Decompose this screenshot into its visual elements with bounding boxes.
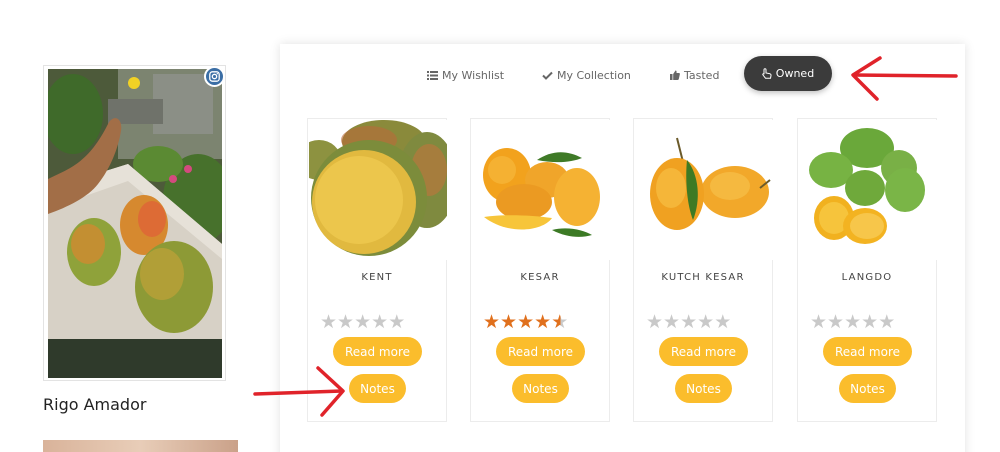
mango-image-kesar[interactable] — [472, 120, 610, 260]
star-icon[interactable]: ★ — [827, 313, 844, 332]
star-icon[interactable]: ★ — [663, 313, 680, 332]
langdo-mango-picture — [799, 120, 937, 260]
profile-photo[interactable] — [48, 69, 222, 378]
read-more-button[interactable]: Read more — [823, 337, 912, 366]
annotation-arrow-owned — [851, 56, 958, 101]
profile-name[interactable]: Rigo Amador — [43, 395, 146, 414]
star-rating[interactable]: ★ ★ ★ ★ ★ — [320, 313, 405, 332]
read-more-button[interactable]: Read more — [659, 337, 748, 366]
kesar-mango-picture — [472, 120, 610, 260]
annotation-arrow-notes — [253, 366, 345, 417]
tab-owned[interactable]: Owned — [744, 56, 832, 91]
star-icon[interactable]: ★ — [551, 313, 568, 332]
star-icon[interactable]: ★ — [646, 313, 663, 332]
star-icon[interactable]: ★ — [320, 313, 337, 332]
page: Rigo Amador My Wishlist My Collection Ta… — [0, 0, 1000, 452]
mango-card-langdo[interactable]: LANGDO ★ ★ ★ ★ ★ Read more Notes — [797, 118, 937, 422]
star-icon[interactable]: ★ — [517, 313, 534, 332]
notes-button[interactable]: Notes — [512, 374, 569, 403]
star-icon[interactable]: ★ — [697, 313, 714, 332]
star-icon[interactable]: ★ — [861, 313, 878, 332]
star-icon[interactable]: ★ — [388, 313, 405, 332]
mango-name[interactable]: KUTCH KESAR — [634, 272, 772, 283]
profile-photo-card[interactable] — [43, 65, 226, 381]
tab-my-wishlist[interactable]: My Wishlist — [427, 65, 504, 85]
mango-image-kent[interactable] — [309, 120, 447, 260]
star-icon[interactable]: ★ — [371, 313, 388, 332]
star-icon[interactable]: ★ — [714, 313, 731, 332]
star-rating[interactable]: ★ ★ ★ ★ ★ — [646, 313, 731, 332]
notes-button[interactable]: Notes — [839, 374, 896, 403]
star-icon[interactable]: ★ — [844, 313, 861, 332]
star-icon[interactable]: ★ — [810, 313, 827, 332]
kent-mango-picture — [309, 120, 447, 260]
mango-name[interactable]: LANGDO — [798, 272, 936, 283]
kutch-kesar-mango-picture — [635, 120, 773, 260]
star-icon[interactable]: ★ — [680, 313, 697, 332]
next-profile-photo[interactable] — [43, 440, 238, 452]
star-icon[interactable]: ★ — [483, 313, 500, 332]
read-more-button[interactable]: Read more — [333, 337, 422, 366]
tab-label: My Wishlist — [442, 68, 505, 82]
tab-my-collection[interactable]: My Collection — [542, 65, 631, 85]
star-icon[interactable]: ★ — [534, 313, 551, 332]
instagram-icon[interactable] — [204, 66, 225, 87]
read-more-button[interactable]: Read more — [496, 337, 585, 366]
notes-button[interactable]: Notes — [349, 374, 406, 403]
tab-label: Tasted — [684, 68, 720, 82]
mango-card-kutch-kesar[interactable]: KUTCH KESAR ★ ★ ★ ★ ★ Read more Notes — [633, 118, 773, 422]
mango-hand-photo — [48, 69, 222, 378]
star-icon[interactable]: ★ — [354, 313, 371, 332]
star-icon[interactable]: ★ — [878, 313, 895, 332]
hand-pointer-icon — [762, 68, 772, 79]
check-icon — [542, 71, 553, 80]
mango-image-langdo[interactable] — [799, 120, 937, 260]
mango-image-kutch-kesar[interactable] — [635, 120, 773, 260]
tab-label: Owned — [775, 67, 815, 80]
mango-card-kesar[interactable]: KESAR ★ ★ ★ ★ ★ Read more Notes — [470, 118, 610, 422]
mango-name[interactable]: KESAR — [471, 272, 609, 283]
mango-name[interactable]: KENT — [308, 272, 446, 283]
star-icon[interactable]: ★ — [337, 313, 354, 332]
list-icon — [427, 70, 438, 80]
thumbs-up-icon — [670, 70, 680, 80]
tab-label: My Collection — [557, 68, 631, 82]
star-rating[interactable]: ★ ★ ★ ★ ★ — [483, 313, 568, 332]
notes-button[interactable]: Notes — [675, 374, 732, 403]
star-rating[interactable]: ★ ★ ★ ★ ★ — [810, 313, 895, 332]
star-icon[interactable]: ★ — [500, 313, 517, 332]
tab-tasted[interactable]: Tasted — [670, 65, 719, 85]
